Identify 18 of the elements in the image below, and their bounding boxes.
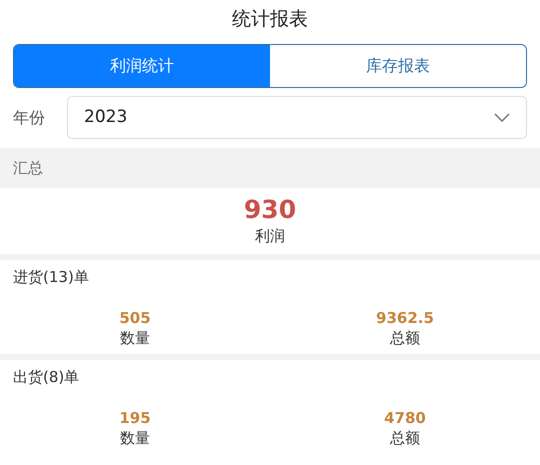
page-title: 统计报表 <box>232 6 308 32</box>
stat-label: 数量 <box>120 428 150 448</box>
stat-value: 4780 <box>384 408 426 428</box>
stat-label: 总额 <box>390 328 420 348</box>
section-heading: 进货(13)单 <box>13 266 89 288</box>
stat-label: 总额 <box>390 428 420 448</box>
stat-value: 505 <box>119 308 151 328</box>
stat-value: 195 <box>119 408 151 428</box>
stat-value: 9362.5 <box>376 308 434 328</box>
profit-value: 930 <box>244 194 296 225</box>
chevron-down-icon <box>494 113 510 122</box>
section-heading: 汇总 <box>13 158 43 179</box>
section-heading: 出货(8)单 <box>13 366 80 388</box>
tab[interactable]: 利润统计 <box>14 45 270 87</box>
profit-label: 利润 <box>255 226 285 247</box>
year-label: 年份 <box>13 106 46 128</box>
stat-label: 数量 <box>120 328 150 348</box>
year-dropdown[interactable]: 2023 <box>67 96 527 139</box>
